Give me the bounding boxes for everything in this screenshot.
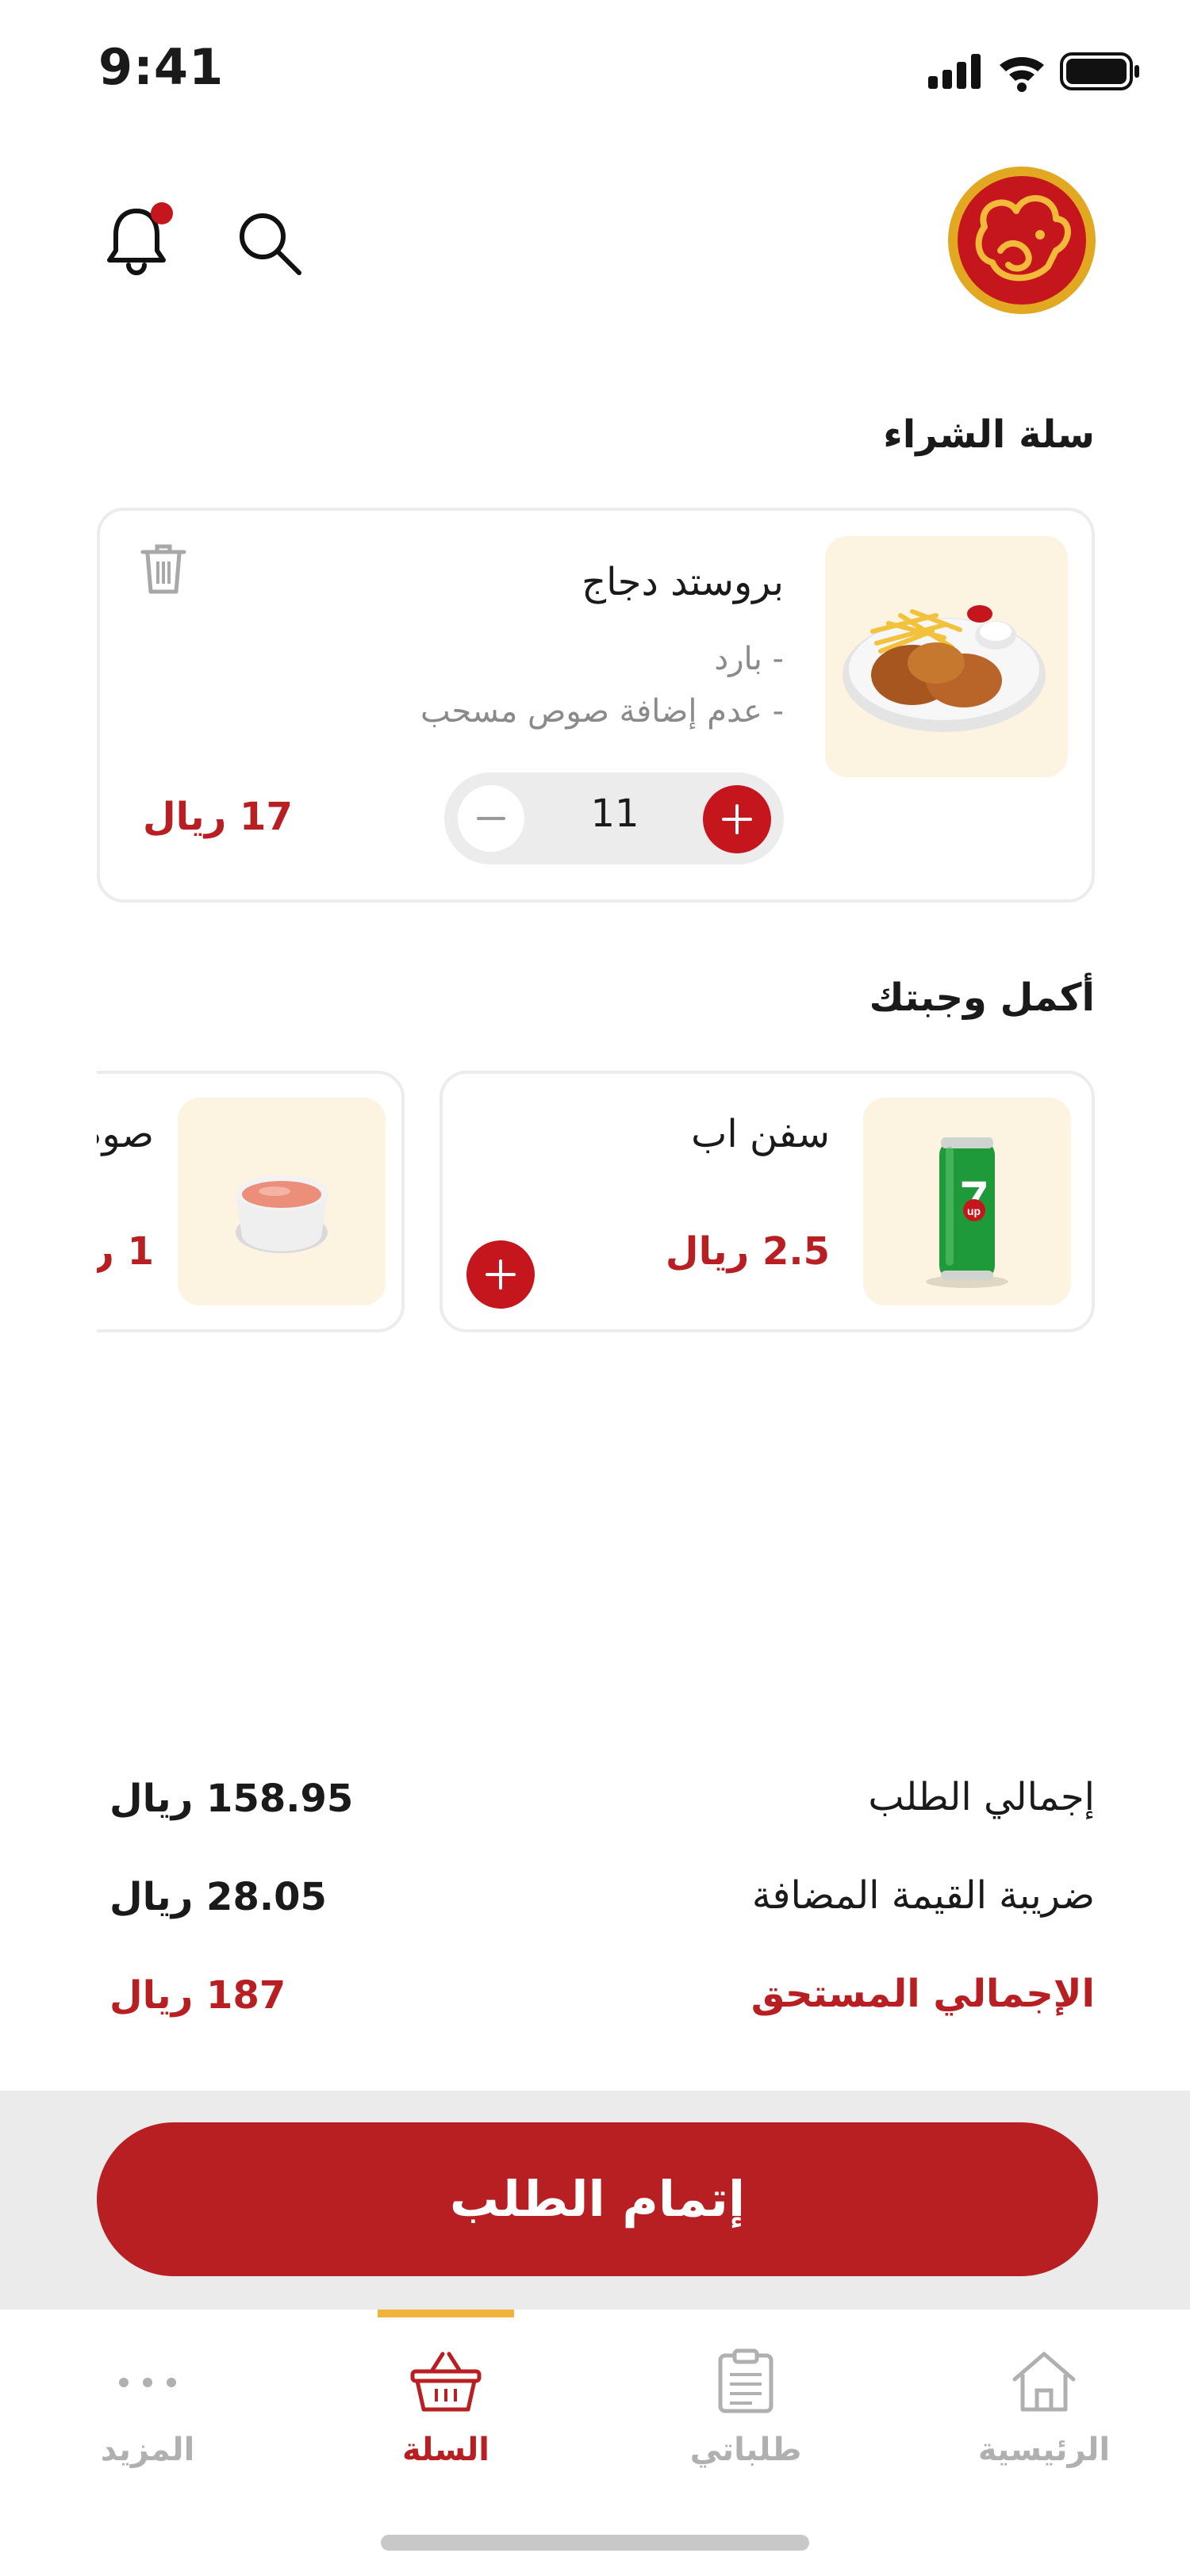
clipboard-icon (718, 2348, 774, 2413)
upsell-title: أكمل وجبتك (869, 976, 1095, 1020)
cart-item-name: بروستد دجاج (582, 560, 784, 604)
upsell-item-card: صوص 1 ريال (97, 1071, 405, 1332)
status-icons (928, 52, 1139, 92)
search-icon[interactable] (234, 208, 305, 279)
nav-item-cart[interactable]: السلة (327, 2348, 565, 2490)
active-tab-indicator (378, 2310, 514, 2317)
upsell-item-card: 7 up سفن اب 2.5 ريال (440, 1071, 1095, 1332)
checkout-button[interactable]: إتمام الطلب (97, 2122, 1098, 2276)
amount-due-label: الإجمالي المستحق (750, 1972, 1095, 2016)
nav-item-more[interactable]: المزيد (29, 2348, 267, 2490)
minus-icon (477, 817, 505, 820)
upsell-item-image: 7 up (863, 1098, 1071, 1305)
wifi-icon (1000, 56, 1044, 92)
basket-icon (410, 2352, 482, 2412)
battery-icon (1060, 52, 1139, 90)
nav-label-cart: السلة (401, 2432, 490, 2468)
nav-label-orders: طلباتي (689, 2432, 802, 2468)
nav-item-orders[interactable]: طلباتي (627, 2348, 865, 2490)
upsell-item-price: 2.5 ريال (665, 1229, 830, 1274)
vat-value: 28.05 ريال (109, 1875, 327, 1919)
delete-trash-icon[interactable] (140, 542, 187, 596)
order-total-label: إجمالي الطلب (868, 1775, 1095, 1819)
signal-icon (928, 54, 981, 89)
amount-due-value: 187 ريال (109, 1973, 286, 2018)
upsell-item-price: 1 ريال (97, 1229, 154, 1274)
svg-text:up: up (967, 1205, 981, 1217)
nav-label-home: الرئيسية (977, 2432, 1111, 2468)
upsell-carousel[interactable]: 7 up سفن اب 2.5 ريال صوص 1 ريال (97, 1071, 1095, 1340)
nav-item-home[interactable]: الرئيسية (925, 2348, 1163, 2490)
upsell-item-image (178, 1098, 386, 1305)
cart-item-option: - بارد (714, 641, 784, 677)
status-time: 9:41 (98, 38, 225, 96)
plus-icon (486, 1259, 516, 1290)
plus-icon (722, 804, 752, 834)
quantity-value: 11 (590, 792, 639, 836)
cart-title: سلة الشراء (883, 412, 1095, 457)
cart-item-price: 17 ريال (143, 795, 293, 839)
increase-quantity-button[interactable] (703, 785, 771, 853)
cart-item-image (825, 536, 1068, 777)
notification-badge (151, 202, 173, 224)
upsell-item-name: صوص (97, 1112, 154, 1156)
home-icon (1012, 2352, 1076, 2412)
decrease-quantity-button[interactable] (458, 785, 524, 852)
more-icon (119, 2378, 176, 2387)
add-upsell-button[interactable] (466, 1240, 535, 1309)
vat-label: ضريبة القيمة المضافة (751, 1873, 1095, 1918)
cart-item-option: - عدم إضافة صوص مسحب (420, 693, 784, 730)
brand-logo[interactable] (948, 167, 1096, 314)
home-indicator (381, 2535, 809, 2551)
nav-label-more: المزيد (100, 2432, 195, 2468)
upsell-item-name: سفن اب (691, 1112, 830, 1156)
order-total-value: 158.95 ريال (109, 1777, 354, 1821)
